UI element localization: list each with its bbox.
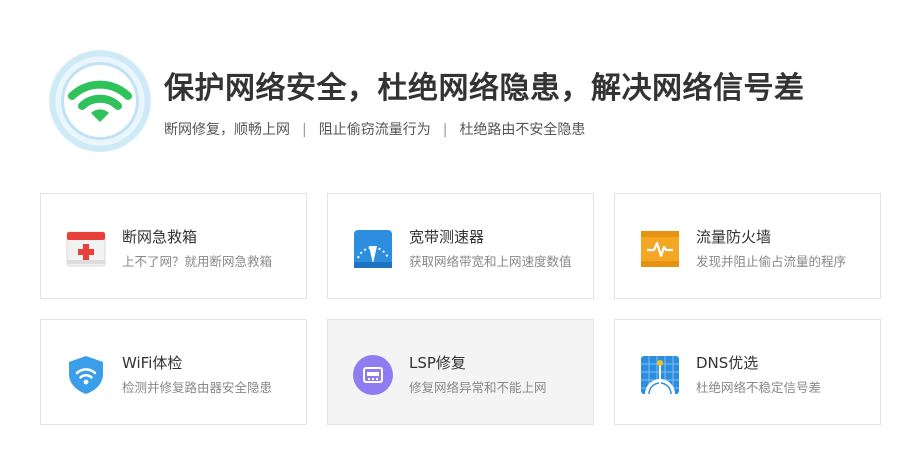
card-title: DNS优选 (696, 354, 759, 372)
page-subtitle: 断网修复，顺畅上网 | 阻止偷窃流量行为 | 杜绝路由不安全隐患 (164, 119, 585, 139)
card-description: 杜绝网络不稳定信号差 (696, 380, 822, 395)
card-title: 宽带测速器 (409, 228, 485, 246)
globe-antenna-icon (641, 356, 679, 395)
card-title: WiFi体检 (122, 354, 183, 372)
card-description: 获取网络带宽和上网速度数值 (409, 254, 572, 269)
subtitle-item-repair: 断网修复，顺畅上网 (164, 122, 290, 138)
page-title: 保护网络安全，杜绝网络隐患，解决网络信号差 (164, 71, 805, 106)
wifi-icon (68, 80, 132, 122)
card-network-first-aid[interactable]: 断网急救箱 上不了网？就用断网急救箱 (40, 193, 307, 299)
subtitle-item-block: 阻止偷窃流量行为 (318, 122, 431, 138)
card-title: LSP修复 (409, 354, 466, 372)
speedometer-icon (354, 230, 392, 268)
card-title: 断网急救箱 (122, 228, 198, 246)
wifi-logo (49, 50, 151, 152)
card-description: 发现并阻止偷占流量的程序 (696, 254, 847, 269)
card-description: 修复网络异常和不能上网 (409, 380, 547, 395)
card-wifi-checkup[interactable]: WiFi体检 检测并修复路由器安全隐患 (40, 319, 307, 425)
subtitle-separator: | (442, 122, 448, 138)
network-port-icon (353, 355, 393, 395)
subtitle-separator: | (302, 122, 307, 138)
card-title: 流量防火墙 (696, 228, 772, 246)
firewall-icon (641, 231, 679, 267)
wifi-shield-icon (69, 356, 103, 394)
card-traffic-firewall[interactable]: 流量防火墙 发现并阻止偷占流量的程序 (614, 193, 881, 299)
subtitle-item-secure: 杜绝路由不安全隐患 (459, 122, 586, 138)
card-description: 检测并修复路由器安全隐患 (122, 380, 273, 395)
first-aid-kit-icon (66, 231, 106, 267)
card-bandwidth-test[interactable]: 宽带测速器 获取网络带宽和上网速度数值 (327, 193, 594, 299)
card-description: 上不了网？就用断网急救箱 (122, 254, 273, 269)
card-dns-optimize[interactable]: DNS优选 杜绝网络不稳定信号差 (614, 319, 881, 425)
card-lsp-repair[interactable]: LSP修复 修复网络异常和不能上网 (327, 319, 594, 425)
